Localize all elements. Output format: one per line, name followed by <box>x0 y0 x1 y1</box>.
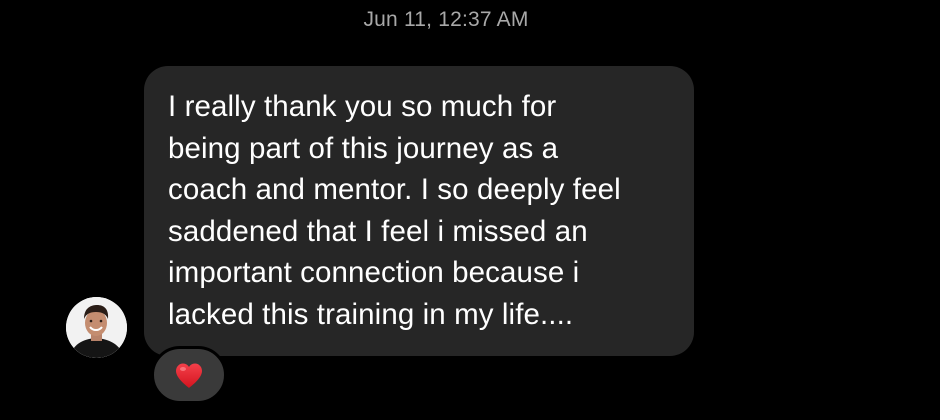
sender-avatar[interactable] <box>66 297 127 358</box>
red-heart-icon <box>176 363 202 388</box>
heart-reaction[interactable] <box>151 346 227 404</box>
message-text: I really thank you so much for being par… <box>168 90 621 331</box>
message-timestamp: Jun 11, 12:37 AM <box>363 8 529 31</box>
message-bubble[interactable]: I really thank you so much for being par… <box>144 66 694 356</box>
